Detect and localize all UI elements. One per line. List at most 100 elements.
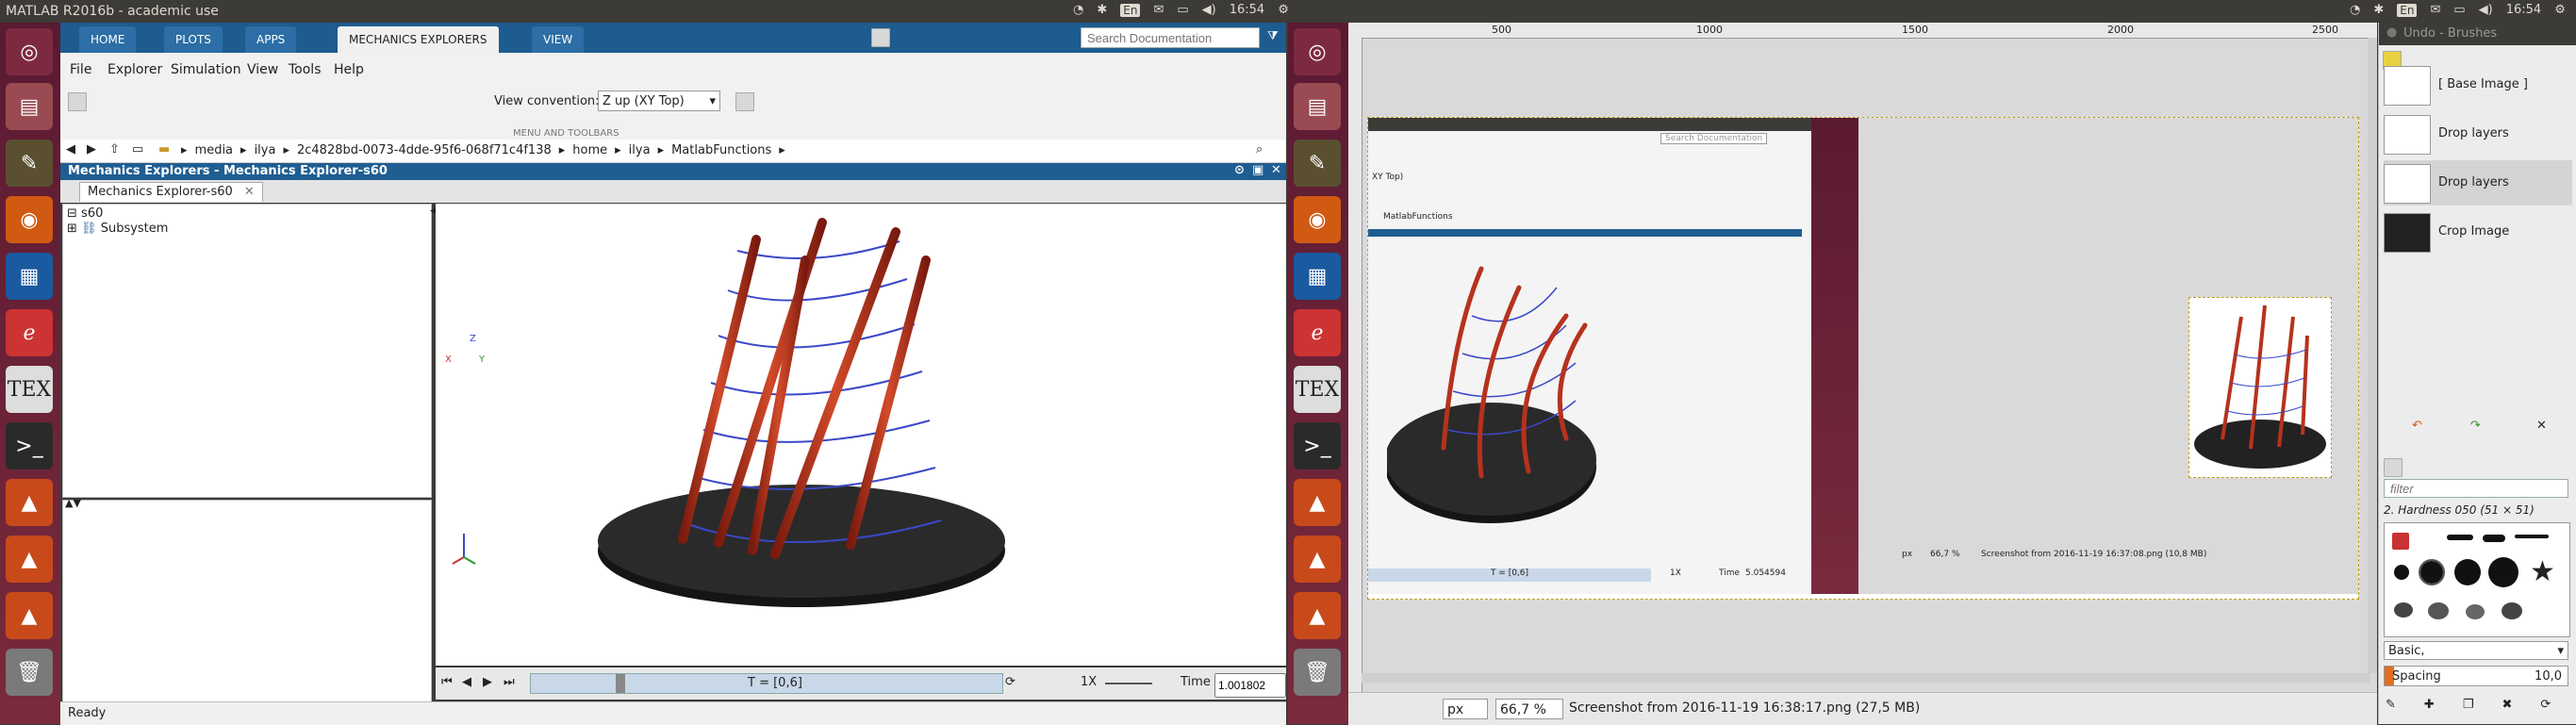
zoom-select[interactable]: 66,7 % bbox=[1495, 699, 1563, 719]
dash-icon[interactable]: ◎ bbox=[1294, 28, 1341, 75]
pdf-viewer-icon[interactable]: ℯ bbox=[6, 309, 53, 356]
writer-icon[interactable]: ▦ bbox=[1294, 253, 1341, 300]
undo-arrow-icon[interactable]: ↶ bbox=[2412, 419, 2422, 433]
new-brush-icon[interactable]: ✚ bbox=[2424, 698, 2435, 712]
loop-icon[interactable]: ⟳ bbox=[1005, 675, 1016, 689]
bluetooth-icon[interactable]: ✱ bbox=[1097, 3, 1107, 17]
brush-grid[interactable]: ★ bbox=[2384, 522, 2570, 637]
tab-view[interactable]: VIEW bbox=[532, 26, 585, 53]
dash-icon[interactable]: ◎ bbox=[6, 28, 53, 75]
vertical-scrollbar[interactable] bbox=[2368, 38, 2377, 673]
3d-viewport[interactable]: Z X Y bbox=[436, 204, 1286, 666]
path-segment[interactable]: MatlabFunctions bbox=[671, 143, 771, 157]
menu-simulation[interactable]: Simulation bbox=[171, 62, 241, 77]
brush-preset-select[interactable]: Basic, ▾ bbox=[2384, 641, 2568, 660]
tab-apps[interactable]: APPS bbox=[245, 26, 297, 53]
undo-item[interactable]: Drop layers bbox=[2384, 111, 2572, 157]
close-icon[interactable]: ✕ bbox=[1271, 163, 1281, 177]
wifi-icon[interactable]: ◔ bbox=[1073, 3, 1083, 17]
tab-home[interactable]: HOME bbox=[79, 26, 137, 53]
time-value-input[interactable] bbox=[1214, 673, 1286, 698]
matlab-icon[interactable]: ▲ bbox=[1294, 479, 1341, 526]
matlab-icon[interactable]: ▲ bbox=[6, 479, 53, 526]
undo-item[interactable]: [ Base Image ] bbox=[2384, 62, 2572, 107]
maximize-icon[interactable]: ▣ bbox=[1252, 163, 1263, 177]
time-slider[interactable]: T = [0,6] bbox=[530, 673, 1003, 694]
units-select[interactable]: px bbox=[1443, 699, 1488, 719]
spacing-slider[interactable]: Spacing 10,0 bbox=[2384, 666, 2568, 686]
speed-slider[interactable] bbox=[1105, 683, 1152, 684]
menu-tools[interactable]: Tools bbox=[289, 62, 322, 77]
mail-icon[interactable]: ✉ bbox=[2430, 3, 2440, 17]
gear-icon[interactable]: ⚙ bbox=[2554, 3, 2566, 17]
clock[interactable]: 16:54 bbox=[2506, 3, 2541, 17]
tab-mechanics-explorer-s60[interactable]: Mechanics Explorer-s60 ✕ bbox=[79, 182, 263, 202]
duplicate-brush-icon[interactable]: ❐ bbox=[2463, 698, 2474, 712]
brush-filter-input[interactable] bbox=[2384, 479, 2568, 498]
battery-icon[interactable]: ▭ bbox=[1177, 3, 1188, 17]
delete-brush-icon[interactable]: ✖ bbox=[2502, 698, 2512, 712]
gradients-tab-icon[interactable] bbox=[2384, 458, 2403, 477]
volume-icon[interactable]: ◀) bbox=[2479, 3, 2493, 17]
play-icon[interactable]: ▶ bbox=[483, 675, 492, 689]
bluetooth-icon[interactable]: ✱ bbox=[2373, 3, 2384, 17]
tab-mechanics-explorers[interactable]: MECHANICS EXPLORERS bbox=[338, 26, 499, 53]
tree-node-subsystem[interactable]: ⊞ ⛓ Subsystem bbox=[67, 222, 168, 236]
up-folder-icon[interactable]: ⇧ bbox=[109, 142, 120, 157]
tab-plots[interactable]: PLOTS bbox=[164, 26, 223, 53]
tree-node-root[interactable]: ⊟ s60 bbox=[67, 206, 103, 221]
mail-icon[interactable]: ✉ bbox=[1153, 3, 1164, 17]
path-segment[interactable]: ilya bbox=[255, 143, 276, 157]
step-back-icon[interactable]: ◀ bbox=[462, 675, 471, 689]
refresh-brushes-icon[interactable]: ⟳ bbox=[2540, 698, 2551, 712]
path-segment[interactable]: 2c4828bd-0073-4dde-95f6-068f71c4f138 bbox=[297, 143, 552, 157]
horizontal-scrollbar[interactable] bbox=[1362, 673, 2370, 683]
matlab-icon-2[interactable]: ▲ bbox=[6, 536, 53, 583]
terminal-icon[interactable]: >_ bbox=[6, 422, 53, 470]
gear-icon[interactable]: ⚙ bbox=[1278, 3, 1289, 17]
files-icon[interactable]: ▤ bbox=[1294, 83, 1341, 130]
tex-icon[interactable]: TEX bbox=[6, 366, 53, 413]
browse-folder-icon[interactable]: ▭ bbox=[132, 142, 143, 157]
pdf-viewer-icon[interactable]: ℯ bbox=[1294, 309, 1341, 356]
undo-item-selected[interactable]: Drop layers bbox=[2384, 160, 2572, 206]
split-vertical-icon[interactable] bbox=[68, 92, 87, 111]
pane-toggle-icon[interactable]: ▲▼ bbox=[65, 497, 81, 509]
redo-arrow-icon[interactable]: ↷ bbox=[2470, 419, 2481, 433]
trash-icon[interactable]: 🗑 bbox=[6, 649, 53, 696]
close-tab-icon[interactable]: ✕ bbox=[244, 185, 255, 199]
gimp-icon[interactable]: ✎ bbox=[6, 140, 53, 187]
volume-icon[interactable]: ◀) bbox=[1202, 3, 1216, 17]
back-icon[interactable]: ◀ bbox=[66, 142, 75, 157]
terminal-icon[interactable]: >_ bbox=[1294, 422, 1341, 470]
menu-help[interactable]: Help bbox=[334, 62, 364, 77]
path-segment[interactable]: ilya bbox=[629, 143, 651, 157]
writer-icon[interactable]: ▦ bbox=[6, 253, 53, 300]
undo-item[interactable]: Crop Image bbox=[2384, 209, 2572, 255]
search-documentation-input[interactable] bbox=[1081, 27, 1260, 48]
firefox-icon[interactable]: ◉ bbox=[1294, 196, 1341, 243]
forward-icon[interactable]: ▶ bbox=[87, 142, 96, 157]
matlab-icon-2[interactable]: ▲ bbox=[1294, 536, 1341, 583]
matlab-icon-3[interactable]: ▲ bbox=[6, 592, 53, 639]
edit-brush-icon[interactable]: ✎ bbox=[2386, 698, 2396, 712]
clear-history-icon[interactable]: ✕ bbox=[2536, 419, 2547, 433]
files-icon[interactable]: ▤ bbox=[6, 83, 53, 130]
trash-icon[interactable]: 🗑 bbox=[1294, 649, 1341, 696]
path-segment[interactable]: home bbox=[572, 143, 607, 157]
matlab-icon-3[interactable]: ▲ bbox=[1294, 592, 1341, 639]
canvas-image[interactable]: Search Documentation XY Top) MatlabFunct… bbox=[1367, 117, 2359, 600]
search-icon[interactable]: ⌕ bbox=[1256, 142, 1263, 157]
clock[interactable]: 16:54 bbox=[1230, 3, 1264, 17]
menu-explorer[interactable]: Explorer bbox=[107, 62, 162, 77]
firefox-icon[interactable]: ◉ bbox=[6, 196, 53, 243]
close-icon[interactable]: ● bbox=[2386, 25, 2397, 40]
undock-icon[interactable]: ⊙ bbox=[1234, 163, 1245, 177]
gimp-icon[interactable]: ✎ bbox=[1294, 140, 1341, 187]
menu-file[interactable]: File bbox=[70, 62, 91, 77]
keyboard-layout-indicator[interactable]: En bbox=[1120, 3, 1141, 17]
help-icon[interactable] bbox=[871, 28, 890, 47]
fast-forward-icon[interactable]: ⏭ bbox=[504, 675, 515, 689]
frame-icon[interactable] bbox=[735, 92, 754, 111]
tex-icon[interactable]: TEX bbox=[1294, 366, 1341, 413]
